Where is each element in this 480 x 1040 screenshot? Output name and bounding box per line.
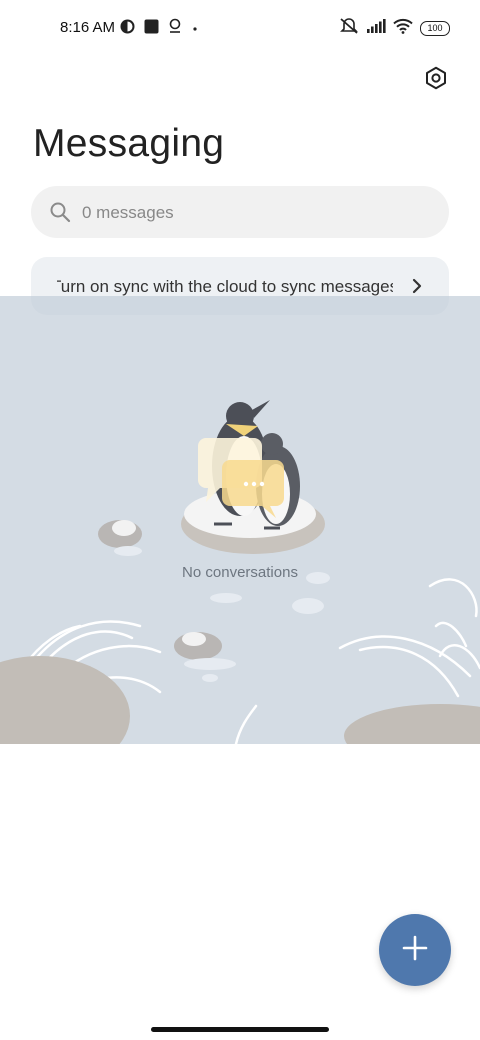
location-icon bbox=[168, 18, 182, 39]
plus-icon bbox=[401, 934, 429, 967]
search-bar[interactable]: 0 messages bbox=[31, 186, 449, 238]
page-title: Messaging bbox=[33, 122, 225, 165]
penguins-on-ice-illustration bbox=[0, 400, 480, 744]
signal-icon bbox=[366, 18, 386, 39]
settings-hexagon-icon bbox=[424, 66, 448, 95]
settings-button[interactable] bbox=[420, 64, 452, 96]
new-message-button[interactable] bbox=[379, 914, 451, 986]
wifi-icon bbox=[393, 18, 413, 39]
square-notification-icon bbox=[144, 19, 159, 39]
status-bar: 8:16 AM 100 bbox=[0, 0, 480, 56]
sync-banner-label: Turn on sync with the cloud to sync mess… bbox=[57, 277, 393, 296]
status-right-icons: 100 bbox=[339, 17, 450, 40]
empty-state-label: No conversations bbox=[182, 564, 298, 581]
empty-state-panel: No conversations bbox=[0, 296, 480, 744]
search-placeholder: 0 messages bbox=[82, 203, 174, 222]
search-icon bbox=[49, 201, 71, 228]
dot-icon bbox=[191, 20, 199, 38]
status-left-icons bbox=[120, 18, 199, 39]
mute-icon bbox=[339, 17, 359, 40]
home-indicator[interactable] bbox=[151, 1027, 329, 1032]
battery-icon: 100 bbox=[420, 21, 450, 36]
status-time: 8:16 AM bbox=[60, 19, 116, 36]
sync-banner-text: Turn on sync with the cloud to sync mess… bbox=[57, 277, 393, 297]
app-notification-icon bbox=[120, 19, 135, 39]
